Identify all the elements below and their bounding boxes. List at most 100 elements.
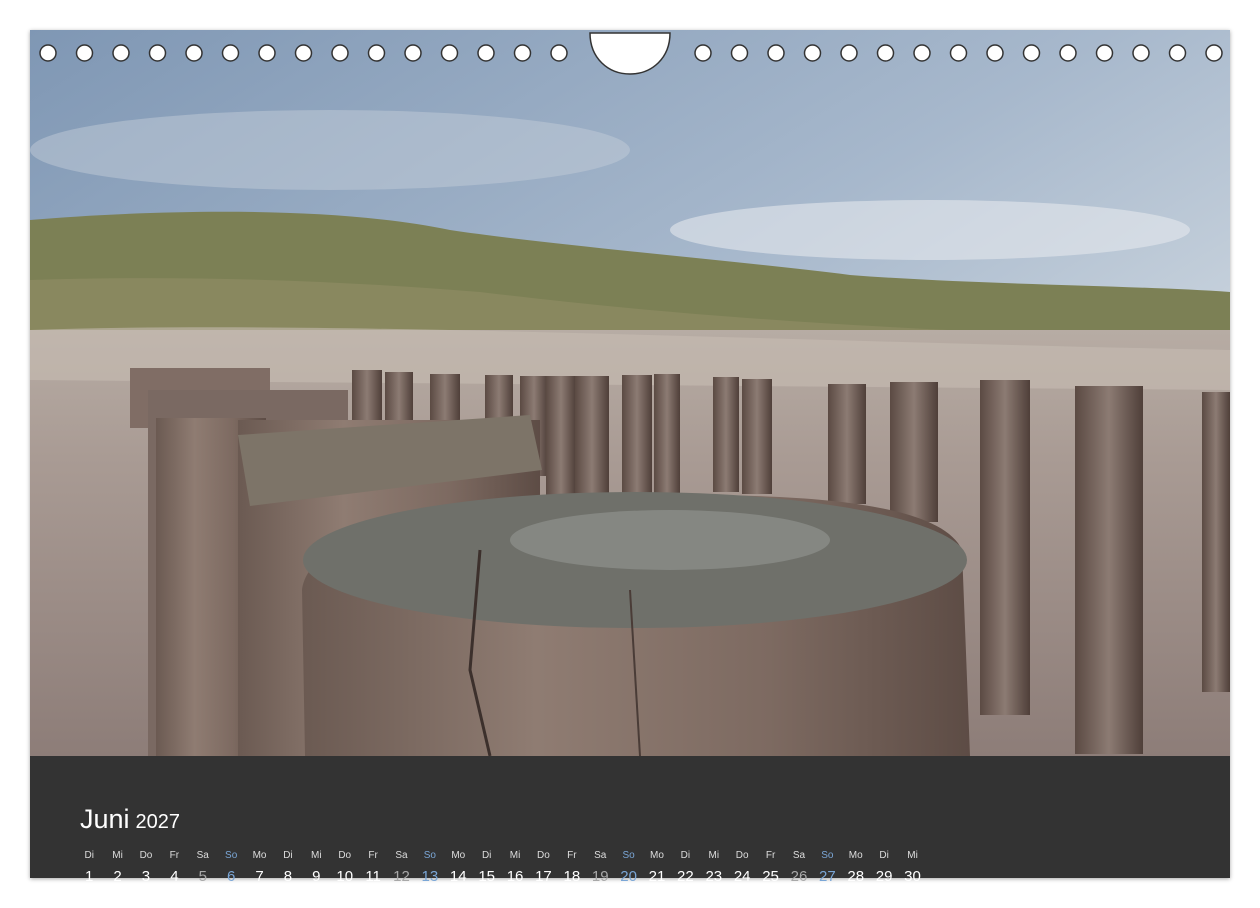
date-number: 20: [620, 868, 637, 885]
date-number: 12: [393, 868, 410, 885]
day-column: Di 15: [472, 848, 500, 885]
calendar-title: Juni 2027: [80, 804, 180, 835]
weekday-label: Fr: [765, 850, 776, 861]
day-column: Fr 11: [359, 848, 387, 885]
weekday-label: Mi: [907, 850, 918, 861]
spiral-binding: [39, 32, 1223, 75]
binding-hole: [913, 44, 931, 62]
weekday-label: Di: [283, 850, 293, 861]
binding-hole: [404, 44, 422, 62]
weekday-label: So: [821, 850, 834, 861]
date-number: 18: [563, 868, 581, 885]
weekday-label: Mo: [650, 850, 664, 861]
weekday-label: Do: [139, 850, 153, 861]
weekday-label: Mo: [848, 850, 863, 861]
day-column: Mi 2: [103, 848, 131, 885]
weekday-label: Fr: [567, 850, 577, 861]
calendar-page: Juni 2027 Di 1 Mi 2 Do 3 Fr 4 Sa 5 So 6 Mo 7 Di 8 Mi 9 Do 10…: [30, 30, 1230, 885]
day-column: Sa 12: [387, 848, 415, 885]
date-number: 3: [141, 868, 151, 885]
binding-hole: [331, 44, 349, 62]
weekday-label: Do: [537, 850, 550, 861]
day-column: Mi 30: [898, 848, 926, 885]
date-number: 15: [478, 868, 495, 885]
weekday-label: Do: [338, 850, 352, 861]
weekday-label: Sa: [395, 850, 408, 861]
calendar-strip: Juni 2027 Di 1 Mi 2 Do 3 Fr 4 Sa 5 So 6 Mo 7 Di 8 Mi 9 Do 10…: [30, 756, 1230, 885]
day-column: So 6: [217, 848, 245, 885]
binding-hole: [294, 44, 313, 62]
weekday-label: So: [423, 850, 436, 861]
weekday-label: Fr: [368, 850, 378, 861]
weekday-label: Mo: [252, 850, 267, 861]
date-number: 1: [85, 868, 94, 885]
day-column: Fr 25: [756, 848, 784, 885]
date-number: 25: [762, 868, 779, 885]
date-number: 4: [170, 868, 179, 885]
binding-hole: [1059, 44, 1077, 62]
day-column: Fr 18: [558, 848, 586, 885]
day-column: Do 24: [728, 848, 756, 885]
binding-hole: [477, 44, 495, 62]
day-column: Sa 19: [586, 848, 614, 885]
binding-hole: [550, 44, 568, 62]
weekday-label: Mi: [112, 850, 123, 861]
day-column: Do 10: [331, 848, 359, 885]
binding-hole: [112, 44, 130, 62]
binding-hole: [1095, 44, 1114, 62]
day-column: Sa 26: [785, 848, 813, 885]
weekday-label: Do: [735, 850, 749, 861]
day-column: Mi 23: [700, 848, 728, 885]
day-column: Mo 14: [444, 848, 472, 885]
binding-hole: [440, 44, 459, 62]
day-column: Sa 5: [189, 848, 217, 885]
day-column: Di 22: [671, 848, 699, 885]
beach-groyne-photo: [30, 30, 1230, 756]
binding-hole: [185, 44, 203, 62]
binding-hole: [949, 44, 968, 62]
date-number: 10: [336, 868, 354, 885]
binding-hole: [767, 44, 785, 62]
day-column: Do 3: [132, 848, 160, 885]
date-number: 14: [449, 868, 467, 885]
date-number: 8: [283, 868, 293, 885]
date-number: 2: [113, 868, 122, 885]
year: 2027: [135, 811, 181, 833]
day-column: Mi 9: [302, 848, 330, 885]
date-number: 16: [506, 868, 524, 885]
day-column: Di 1: [75, 848, 103, 885]
weekday-label: Di: [879, 850, 889, 861]
day-column: Mo 21: [643, 848, 671, 885]
date-number: 7: [255, 868, 264, 885]
binding-hole: [840, 44, 858, 62]
day-column: Di 29: [870, 848, 898, 885]
binding-hole: [39, 44, 57, 62]
date-number: 5: [198, 868, 207, 885]
date-number: 23: [705, 868, 723, 885]
date-number: 21: [648, 868, 666, 885]
binding-hole: [148, 44, 167, 62]
binding-hole: [1205, 44, 1223, 62]
binding-hole: [75, 44, 94, 62]
weekday-label: Sa: [594, 850, 607, 861]
binding-hole: [1132, 44, 1150, 62]
binding-hole: [513, 44, 532, 62]
date-number: 13: [421, 868, 439, 885]
date-number: 30: [904, 868, 921, 885]
weekday-label: Sa: [196, 850, 209, 861]
month-name: Juni: [80, 804, 130, 834]
date-number: 28: [847, 868, 865, 885]
binding-hole: [986, 44, 1004, 62]
day-column: Do 17: [529, 848, 557, 885]
date-number: 9: [312, 868, 321, 885]
date-number: 22: [677, 868, 694, 885]
date-number: 29: [875, 868, 893, 885]
weekday-label: Sa: [792, 850, 806, 861]
date-number: 11: [365, 868, 381, 885]
binding-hole: [1168, 44, 1187, 62]
binding-hole: [730, 44, 749, 62]
binding-hole: [367, 44, 386, 62]
binding-hole: [694, 44, 712, 62]
binding-hole: [1022, 44, 1041, 62]
day-column: Mo 28: [842, 848, 870, 885]
